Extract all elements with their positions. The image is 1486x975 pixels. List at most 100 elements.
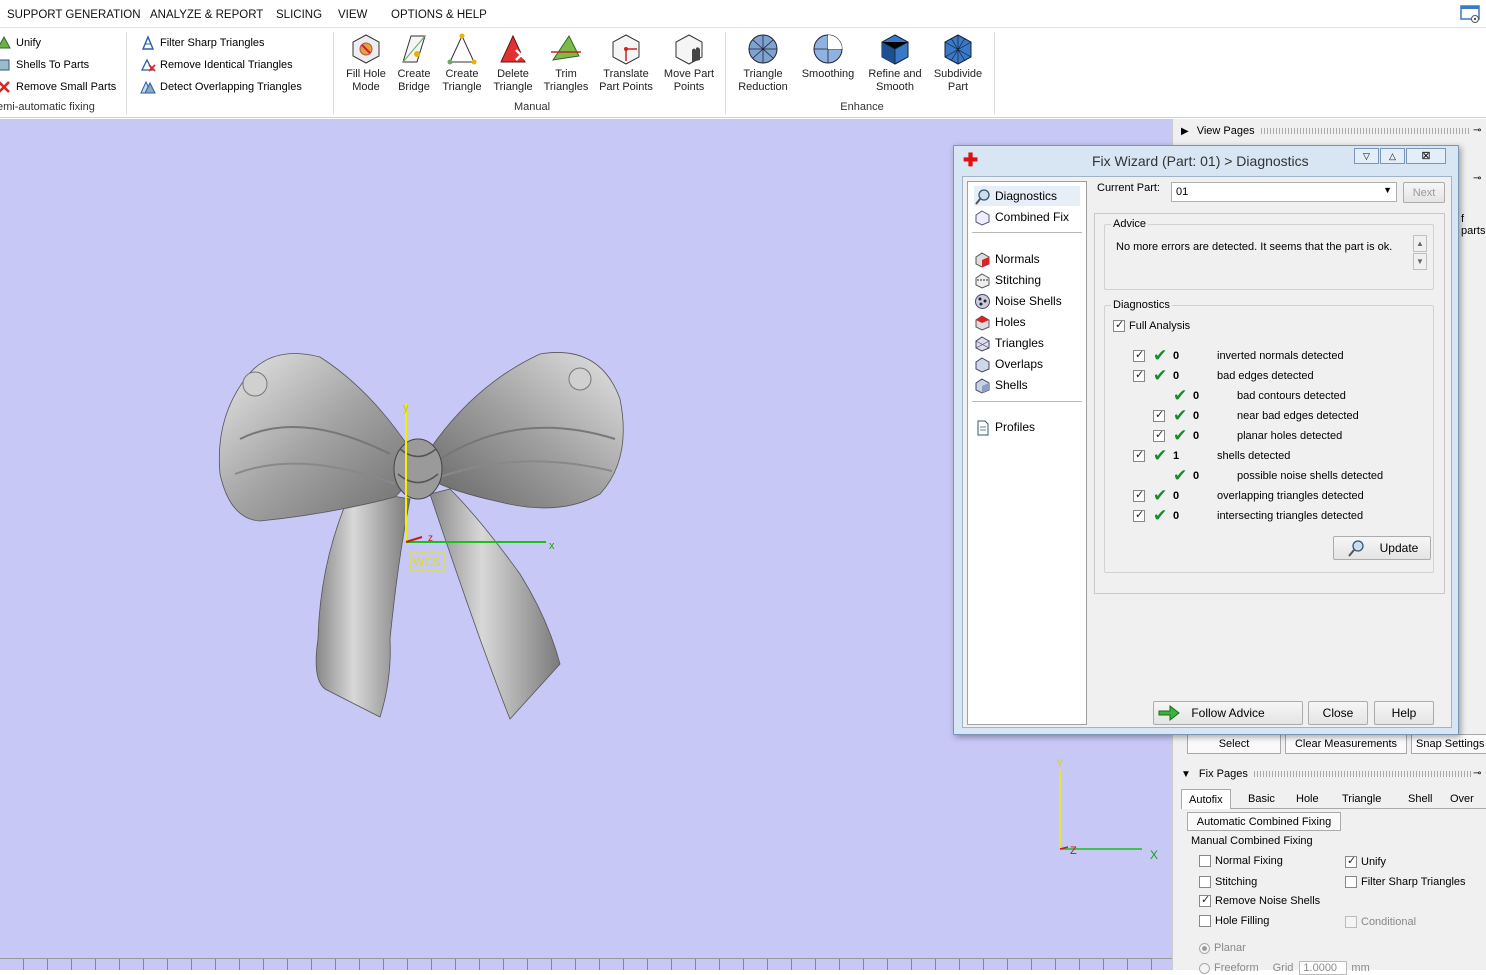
shells-to-parts-tool[interactable]: Shells To Parts <box>0 56 89 74</box>
normal-fixing-option[interactable]: Normal Fixing <box>1199 855 1283 867</box>
stitching-label: Stitching <box>1215 876 1258 888</box>
subdivide-part-tool[interactable]: Subdivide Part <box>930 32 986 96</box>
fill-hole-label-2: Mode <box>352 81 380 93</box>
select-button[interactable]: Select <box>1187 734 1281 754</box>
tab-basic[interactable]: Basic <box>1241 789 1282 809</box>
view-pages-header[interactable]: ▶ View Pages <box>1181 125 1471 137</box>
triangles-icon <box>975 335 990 352</box>
tab-shell[interactable]: Shell <box>1401 789 1439 809</box>
diagnostic-checkbox[interactable] <box>1133 348 1145 362</box>
create-triangle-tool[interactable]: Create Triangle <box>434 32 490 96</box>
automatic-combined-fixing-button[interactable]: Automatic Combined Fixing <box>1187 812 1341 831</box>
hole-filling-checkbox[interactable] <box>1199 915 1211 927</box>
current-part-select[interactable]: 01 ▼ <box>1171 182 1397 202</box>
create-triangle-icon <box>447 33 477 65</box>
remove-noise-shells-checkbox[interactable] <box>1199 893 1211 907</box>
axis-x-label: x <box>549 540 555 552</box>
remove-small-parts-tool[interactable]: Remove Small Parts <box>0 78 116 96</box>
nav-shells[interactable]: Shells <box>974 375 1028 395</box>
scroll-up-icon[interactable]: ▲ <box>1413 235 1427 252</box>
noise-shells-icon <box>975 293 990 309</box>
diagnostic-checkbox[interactable] <box>1133 508 1145 522</box>
move-part-points-tool[interactable]: Move Part Points <box>661 32 717 96</box>
stitching-option[interactable]: Stitching <box>1199 876 1257 888</box>
menu-options-help[interactable]: OPTIONS & HELP <box>391 9 487 21</box>
remove-noise-shells-option[interactable]: Remove Noise Shells <box>1199 893 1320 907</box>
filter-sharp-triangles-checkbox[interactable] <box>1345 876 1357 888</box>
menu-support-generation[interactable]: SUPPORT GENERATION <box>7 9 141 21</box>
detect-overlapping-triangles-tool[interactable]: Detect Overlapping Triangles <box>140 78 302 96</box>
maximize-icon[interactable]: △ <box>1380 148 1405 164</box>
fix-pages-title: Fix Pages <box>1198 768 1248 780</box>
hole-filling-option[interactable]: Hole Filling <box>1199 915 1269 927</box>
help-button[interactable]: Help <box>1374 701 1434 725</box>
combined-fix-icon <box>975 209 990 226</box>
fix-wizard-dialog: ✚ Fix Wizard (Part: 01) > Diagnostics ▽ … <box>953 145 1459 735</box>
diagnostic-checkbox[interactable] <box>1133 448 1145 462</box>
close-button[interactable]: Close <box>1308 701 1368 725</box>
tab-triangle[interactable]: Triangle <box>1335 789 1388 809</box>
fix-pages-header[interactable]: ▼ Fix Pages <box>1181 768 1471 780</box>
trim-triangles-tool[interactable]: Trim Triangles <box>538 32 594 96</box>
normal-fixing-checkbox[interactable] <box>1199 855 1211 867</box>
nav-overlaps[interactable]: Overlaps <box>974 354 1043 374</box>
remove-identical-triangles-tool[interactable]: Remove Identical Triangles <box>140 56 293 74</box>
pin-icon[interactable]: ⊸ <box>1473 125 1481 136</box>
tab-autofix[interactable]: Autofix <box>1181 789 1231 809</box>
pin-icon[interactable]: ⊸ <box>1473 768 1481 779</box>
diagnostic-checkbox[interactable] <box>1133 488 1145 502</box>
delete-triangle-label-1: Delete <box>497 68 529 80</box>
unify-option[interactable]: Unify <box>1345 854 1386 868</box>
ribbon-separator <box>725 32 726 114</box>
minimize-icon[interactable]: ▽ <box>1354 148 1379 164</box>
nav-stitching[interactable]: Stitching <box>974 270 1041 290</box>
follow-advice-button[interactable]: Follow Advice <box>1153 701 1303 725</box>
filter-sharp-triangles-tool[interactable]: Filter Sharp Triangles <box>140 34 265 52</box>
ribbon-separator <box>333 32 334 114</box>
dialog-titlebar[interactable]: ✚ Fix Wizard (Part: 01) > Diagnostics ▽ … <box>954 146 1458 174</box>
nav-profiles[interactable]: Profiles <box>974 417 1035 437</box>
dialog-body: Diagnostics Combined Fix Normals Stitchi… <box>962 176 1452 728</box>
window-settings-icon[interactable] <box>1460 4 1482 24</box>
nav-noise-shells[interactable]: Noise Shells <box>974 291 1062 311</box>
stitching-checkbox[interactable] <box>1199 876 1211 888</box>
check-icon: ✔ <box>1173 406 1188 425</box>
remove-identical-triangles-icon <box>140 58 156 72</box>
hole-filling-label: Hole Filling <box>1215 915 1270 927</box>
clear-measurements-button[interactable]: Clear Measurements <box>1285 734 1407 754</box>
scroll-down-icon[interactable]: ▼ <box>1413 253 1427 270</box>
nav-triangles[interactable]: Triangles <box>974 333 1044 353</box>
menu-slicing[interactable]: SLICING <box>276 9 322 21</box>
shells-to-parts-icon <box>0 59 10 71</box>
close-icon[interactable]: ⊠ <box>1406 148 1446 164</box>
parts-tab-fragment[interactable]: f parts <box>1461 213 1486 237</box>
filter-sharp-triangles-option[interactable]: Filter Sharp Triangles <box>1345 876 1466 888</box>
nav-overlaps-label: Overlaps <box>995 357 1044 371</box>
triangle-reduction-tool[interactable]: Triangle Reduction <box>735 32 791 96</box>
snap-settings-button[interactable]: Snap Settings <box>1411 734 1486 754</box>
translate-part-points-tool[interactable]: Translate Part Points <box>598 32 654 96</box>
nav-normals[interactable]: Normals <box>974 249 1040 269</box>
nav-holes[interactable]: Holes <box>974 312 1026 332</box>
unify-checkbox[interactable] <box>1345 854 1357 868</box>
diagnostic-checkbox[interactable] <box>1133 368 1145 382</box>
tab-hole[interactable]: Hole <box>1289 789 1326 809</box>
wizard-nav: Diagnostics Combined Fix Normals Stitchi… <box>967 181 1087 725</box>
menu-analyze-report[interactable]: ANALYZE & REPORT <box>150 9 263 21</box>
full-analysis-option[interactable]: Full Analysis <box>1113 316 1190 336</box>
nav-diagnostics[interactable]: Diagnostics <box>974 186 1080 206</box>
tab-overlap[interactable]: Over <box>1443 789 1481 809</box>
delete-triangle-tool[interactable]: Delete Triangle <box>485 32 541 96</box>
full-analysis-checkbox[interactable] <box>1113 318 1125 332</box>
update-button[interactable]: Update <box>1333 536 1431 560</box>
refine-and-smooth-tool[interactable]: Refine and Smooth <box>867 32 923 96</box>
diagnostic-checkbox[interactable] <box>1153 428 1165 442</box>
create-bridge-label-2: Bridge <box>398 81 430 93</box>
pin-icon[interactable]: ⊸ <box>1473 173 1481 184</box>
unify-tool[interactable]: Unify <box>0 34 41 52</box>
freeform-radio-option: Freeform Grid 1.0000 mm <box>1199 961 1370 975</box>
menu-view[interactable]: VIEW <box>338 9 367 21</box>
nav-combined-fix[interactable]: Combined Fix <box>974 207 1069 227</box>
smoothing-tool[interactable]: Smoothing <box>800 32 856 96</box>
diagnostic-checkbox[interactable] <box>1153 408 1165 422</box>
